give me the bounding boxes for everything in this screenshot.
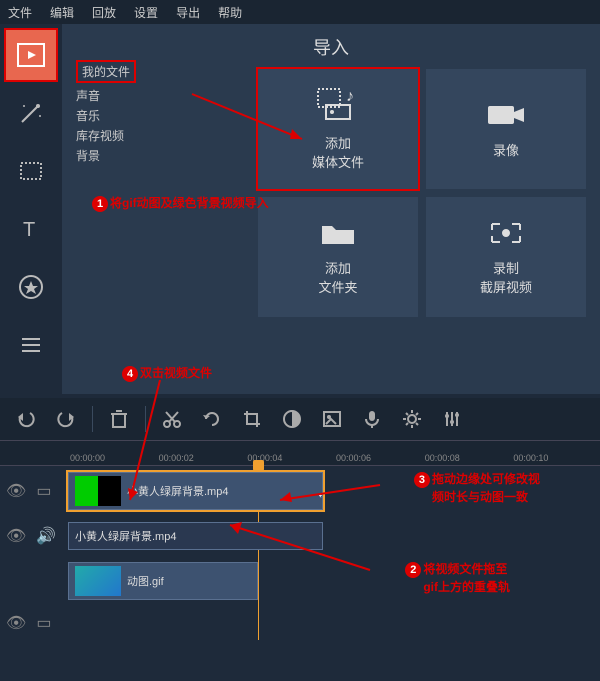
overlay-icon: ▭ (36, 481, 51, 501)
tab-stickers[interactable] (6, 262, 56, 312)
empty-track[interactable]: 👁 ▭ (68, 606, 600, 640)
card-add-media-label1: 添加 (325, 133, 351, 152)
visibility-icon[interactable]: 👁 (6, 613, 26, 633)
menu-export[interactable]: 导出 (176, 4, 200, 21)
camera-icon (484, 100, 528, 130)
ruler-tick: 00:00:10 (511, 453, 600, 463)
anno-badge-2: 2 (405, 562, 421, 578)
screen-icon (486, 218, 526, 248)
arrow-1 (182, 84, 322, 164)
sticker-icon (17, 273, 45, 301)
undo-button[interactable] (8, 403, 44, 435)
color-button[interactable] (274, 403, 310, 435)
tab-filters[interactable] (6, 88, 56, 138)
wand-icon (18, 100, 44, 126)
menu-help[interactable]: 帮助 (218, 4, 242, 21)
timeline: 00:00:00 00:00:02 00:00:04 00:00:06 00:0… (0, 440, 600, 640)
clip-label: 小黄人绿屏背景.mp4 (75, 528, 176, 544)
list-icon (18, 332, 44, 358)
arrow-3 (270, 480, 390, 510)
card-add-folder[interactable]: 添加 文件夹 (258, 197, 418, 317)
arrow-2 (220, 520, 380, 580)
image-button[interactable] (314, 403, 350, 435)
arrow-4 (120, 380, 200, 510)
card-screenrec-label2: 截屏视频 (480, 277, 532, 296)
video-icon: ▭ (36, 613, 51, 633)
gear-button[interactable] (394, 403, 430, 435)
card-screenrec-label1: 录制 (493, 258, 519, 277)
clip-thumb (75, 566, 121, 596)
annotation-2: 2将视频文件拖至 gif上方的重叠轨 (405, 560, 510, 595)
card-record[interactable]: 录像 (426, 69, 586, 189)
svg-text:♪: ♪ (346, 88, 354, 105)
import-icon (16, 40, 46, 70)
left-sidebar: T (0, 24, 62, 394)
ruler-tick: 00:00:06 (334, 453, 423, 463)
tab-transitions[interactable] (6, 146, 56, 196)
image-icon (322, 409, 342, 429)
crop-button[interactable] (234, 403, 270, 435)
menu-playback[interactable]: 回放 (92, 4, 116, 21)
visibility-icon[interactable]: 👁 (6, 481, 26, 501)
card-record-label: 录像 (493, 140, 519, 159)
rotate-icon (202, 409, 222, 429)
svg-text:T: T (23, 219, 35, 241)
menu-settings[interactable]: 设置 (134, 4, 158, 21)
gear-icon (402, 409, 422, 429)
visibility-icon[interactable]: 👁 (6, 526, 26, 546)
import-title: 导入 (76, 34, 586, 60)
crop-icon (242, 409, 262, 429)
media-icon: ♪ (316, 87, 360, 123)
filmstrip-icon (18, 158, 44, 184)
import-panel: 导入 我的文件 声音 音乐 库存视频 背景 ‹ ♪ 添加 媒体文件 录像 (62, 24, 600, 394)
speaker-icon: 🔊 (36, 526, 56, 546)
card-screenrec[interactable]: 录制 截屏视频 (426, 197, 586, 317)
sliders-icon (442, 409, 462, 429)
clip-label: 动图.gif (127, 573, 164, 589)
tab-import[interactable] (6, 30, 56, 80)
anno-badge-1: 1 (92, 196, 108, 212)
contrast-icon (282, 409, 302, 429)
time-ruler[interactable]: 00:00:00 00:00:02 00:00:04 00:00:06 00:0… (0, 440, 600, 466)
undo-icon (16, 409, 36, 429)
tab-titles[interactable]: T (6, 204, 56, 254)
tab-more[interactable] (6, 320, 56, 370)
menu-edit[interactable]: 编辑 (50, 4, 74, 21)
menu-bar: 文件 编辑 回放 设置 导出 帮助 (0, 0, 600, 24)
main-area: T 导入 我的文件 声音 音乐 库存视频 背景 ‹ ♪ 添加 媒体文件 (0, 24, 600, 394)
mic-icon (362, 409, 382, 429)
annotation-3: 3拖动边缘处可修改视 频时长与动图一致 (414, 470, 540, 505)
redo-button[interactable] (48, 403, 84, 435)
card-add-folder-label2: 文件夹 (318, 277, 357, 296)
anno-badge-3: 3 (414, 472, 430, 488)
record-button[interactable] (354, 403, 390, 435)
clip-thumb (75, 476, 121, 506)
annotation-1: 1将gif动图及绿色背景视频导入 (92, 194, 269, 212)
tree-myfiles[interactable]: 我的文件 (76, 60, 136, 83)
card-add-folder-label1: 添加 (325, 258, 351, 277)
menu-file[interactable]: 文件 (8, 4, 32, 21)
ruler-tick: 00:00:08 (423, 453, 512, 463)
timeline-toolbar (0, 398, 600, 440)
redo-icon (56, 409, 76, 429)
folder-icon (318, 218, 358, 248)
text-icon: T (18, 216, 44, 242)
equalizer-button[interactable] (434, 403, 470, 435)
